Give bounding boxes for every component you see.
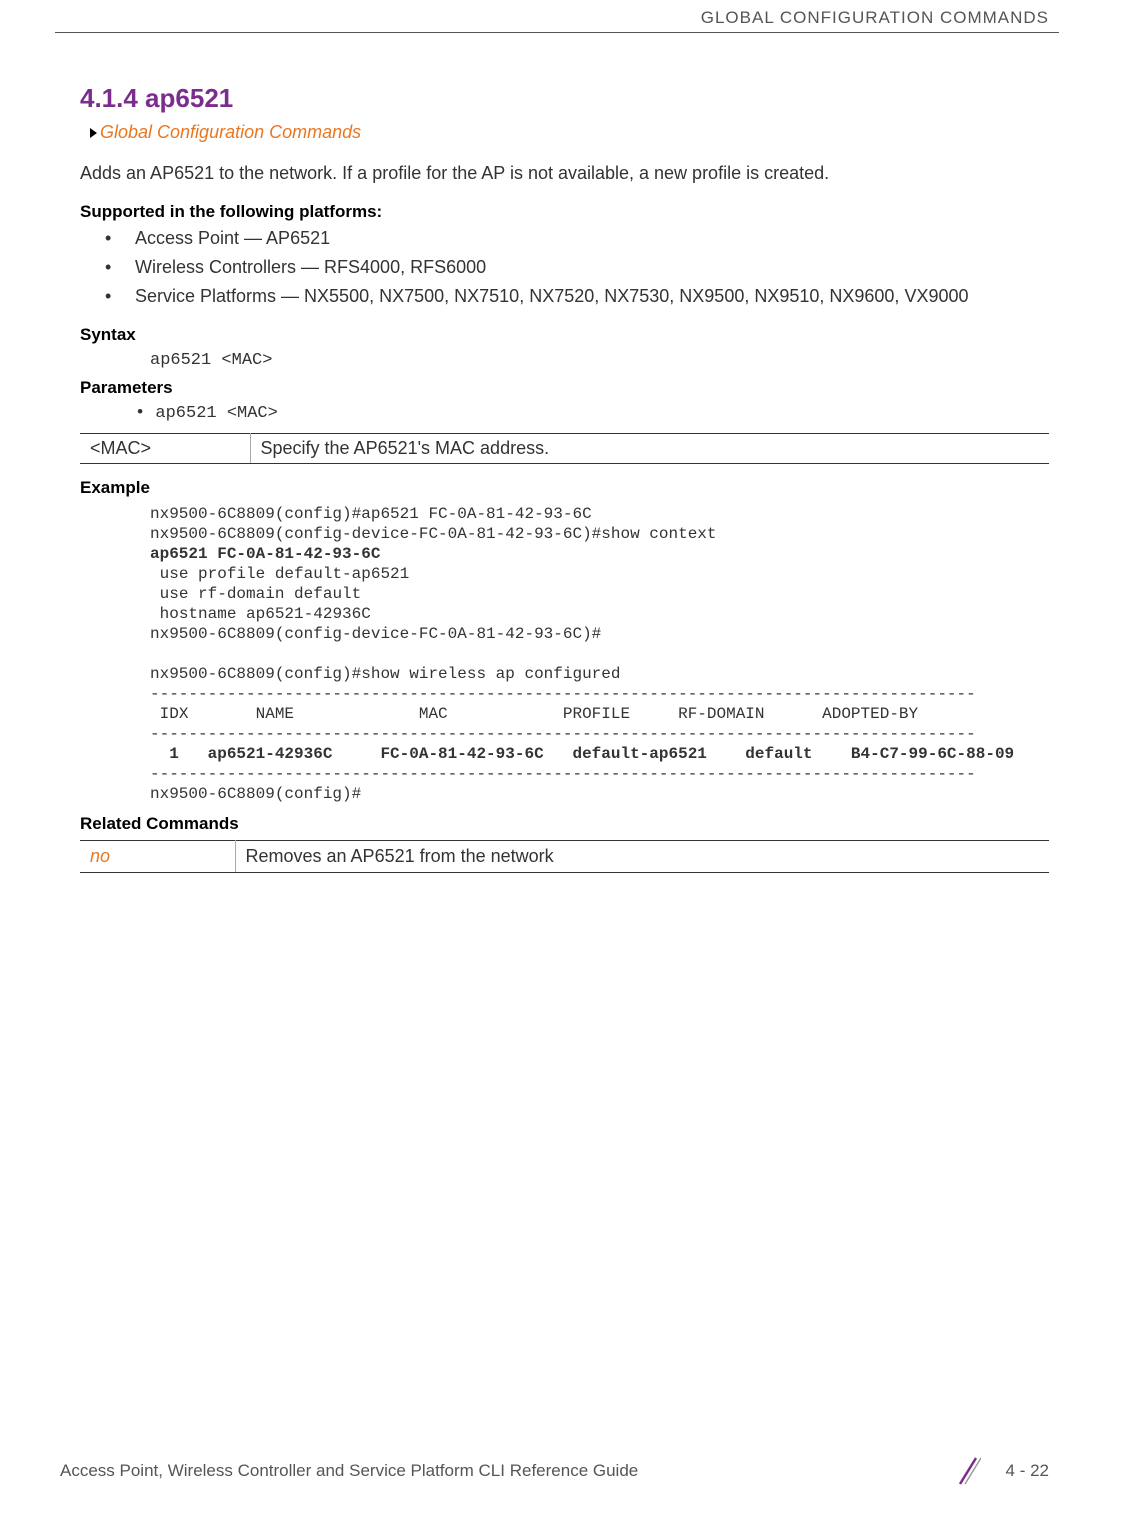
- section-title: 4.1.4 ap6521: [80, 83, 1049, 114]
- content-area: 4.1.4 ap6521 Global Configuration Comman…: [0, 33, 1129, 873]
- breadcrumb-text: Global Configuration Commands: [100, 122, 361, 142]
- related-cmd[interactable]: no: [80, 841, 235, 873]
- table-row: <MAC> Specify the AP6521's MAC address.: [80, 434, 1049, 464]
- section-description: Adds an AP6521 to the network. If a prof…: [80, 163, 1049, 184]
- page-footer: Access Point, Wireless Controller and Se…: [0, 1456, 1129, 1486]
- page-number: 4 - 22: [1006, 1461, 1049, 1481]
- breadcrumb-arrow-icon: [90, 128, 97, 138]
- list-item: Access Point — AP6521: [105, 228, 1049, 249]
- param-name: <MAC>: [80, 434, 250, 464]
- parameters-table: <MAC> Specify the AP6521's MAC address.: [80, 433, 1049, 464]
- list-item: Service Platforms — NX5500, NX7500, NX75…: [105, 286, 1049, 307]
- parameters-heading: Parameters: [80, 378, 1049, 398]
- example-heading: Example: [80, 478, 1049, 498]
- footer-right: 4 - 22: [955, 1456, 1049, 1486]
- page-header: GLOBAL CONFIGURATION COMMANDS: [0, 0, 1129, 32]
- table-row: no Removes an AP6521 from the network: [80, 841, 1049, 873]
- breadcrumb[interactable]: Global Configuration Commands: [90, 122, 1049, 143]
- related-commands-table: no Removes an AP6521 from the network: [80, 840, 1049, 873]
- footer-left: Access Point, Wireless Controller and Se…: [60, 1461, 638, 1481]
- platforms-heading: Supported in the following platforms:: [80, 202, 1049, 222]
- parameters-bullet: • ap6521 <MAC>: [135, 404, 1049, 423]
- related-desc: Removes an AP6521 from the network: [235, 841, 1049, 873]
- list-item: Wireless Controllers — RFS4000, RFS6000: [105, 257, 1049, 278]
- syntax-heading: Syntax: [80, 325, 1049, 345]
- slash-icon: [955, 1456, 981, 1486]
- related-heading: Related Commands: [80, 814, 1049, 834]
- param-desc: Specify the AP6521's MAC address.: [250, 434, 1049, 464]
- platform-list: Access Point — AP6521 Wireless Controlle…: [80, 228, 1049, 307]
- header-title: GLOBAL CONFIGURATION COMMANDS: [701, 8, 1049, 27]
- syntax-code: ap6521 <MAC>: [150, 351, 1049, 370]
- example-code-block: nx9500-6C8809(config)#ap6521 FC-0A-81-42…: [150, 504, 1049, 804]
